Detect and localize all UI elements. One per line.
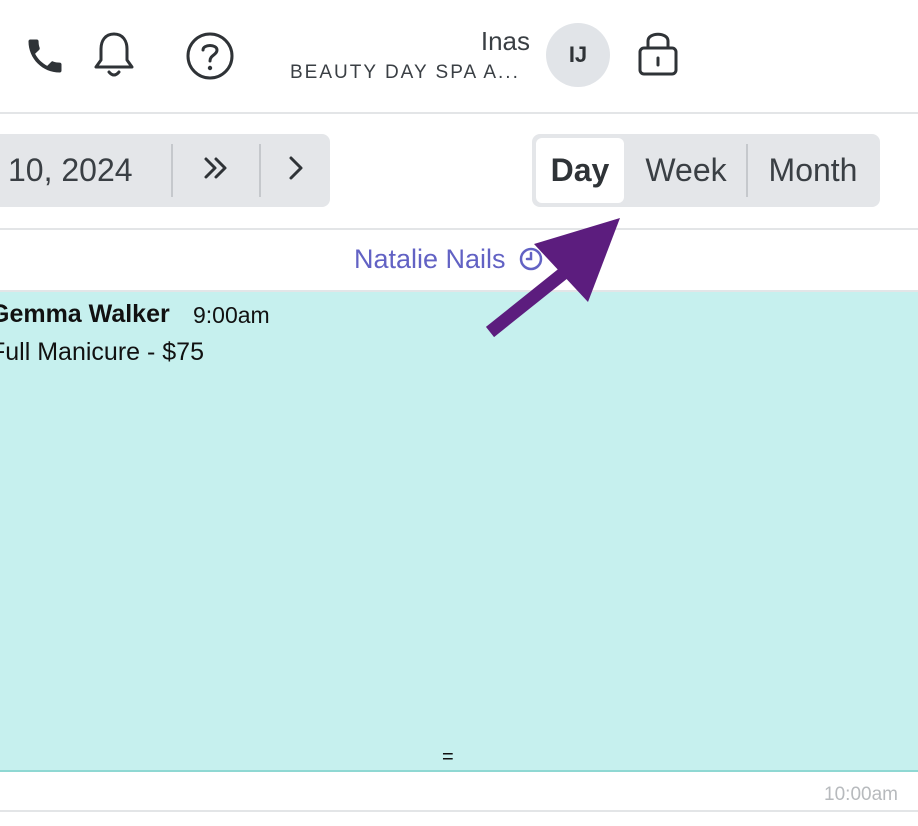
top-bar: Inas BEAUTY DAY SPA A... IJ xyxy=(0,0,918,114)
bell-icon[interactable] xyxy=(92,30,136,80)
lock-icon[interactable] xyxy=(636,26,680,78)
day-view-button[interactable]: Day xyxy=(536,138,624,203)
date-navigation: 10, 2024 xyxy=(0,134,330,207)
week-view-button[interactable]: Week xyxy=(628,134,744,207)
time-label: 10:00am xyxy=(824,784,898,805)
current-date[interactable]: 10, 2024 xyxy=(8,152,133,189)
calendar-toolbar: 10, 2024 Day Week Month xyxy=(0,114,918,230)
business-name: BEAUTY DAY SPA A... xyxy=(290,62,520,83)
annotation-arrow-icon xyxy=(470,210,640,355)
appointment-time: 9:00am xyxy=(193,302,270,328)
double-chevron-right-icon xyxy=(203,156,229,185)
next-day-button[interactable] xyxy=(261,134,330,207)
appointment-client: Gemma Walker xyxy=(0,300,170,328)
resize-handle[interactable]: = xyxy=(442,746,454,769)
resource-header: Natalie Nails xyxy=(0,230,918,292)
time-slot-divider xyxy=(0,810,918,812)
help-icon[interactable] xyxy=(185,31,235,81)
user-name: Inas xyxy=(480,26,530,56)
avatar[interactable]: IJ xyxy=(546,23,610,87)
phone-icon[interactable] xyxy=(22,34,68,78)
appointment-service: Full Manicure - $75 xyxy=(0,338,204,366)
next-week-button[interactable] xyxy=(173,134,259,207)
appointment-block[interactable]: Gemma Walker 9:00am Full Manicure - $75 … xyxy=(0,292,918,772)
chevron-right-icon xyxy=(288,155,304,186)
month-view-button[interactable]: Month xyxy=(748,134,878,207)
view-switcher: Day Week Month xyxy=(532,134,880,207)
